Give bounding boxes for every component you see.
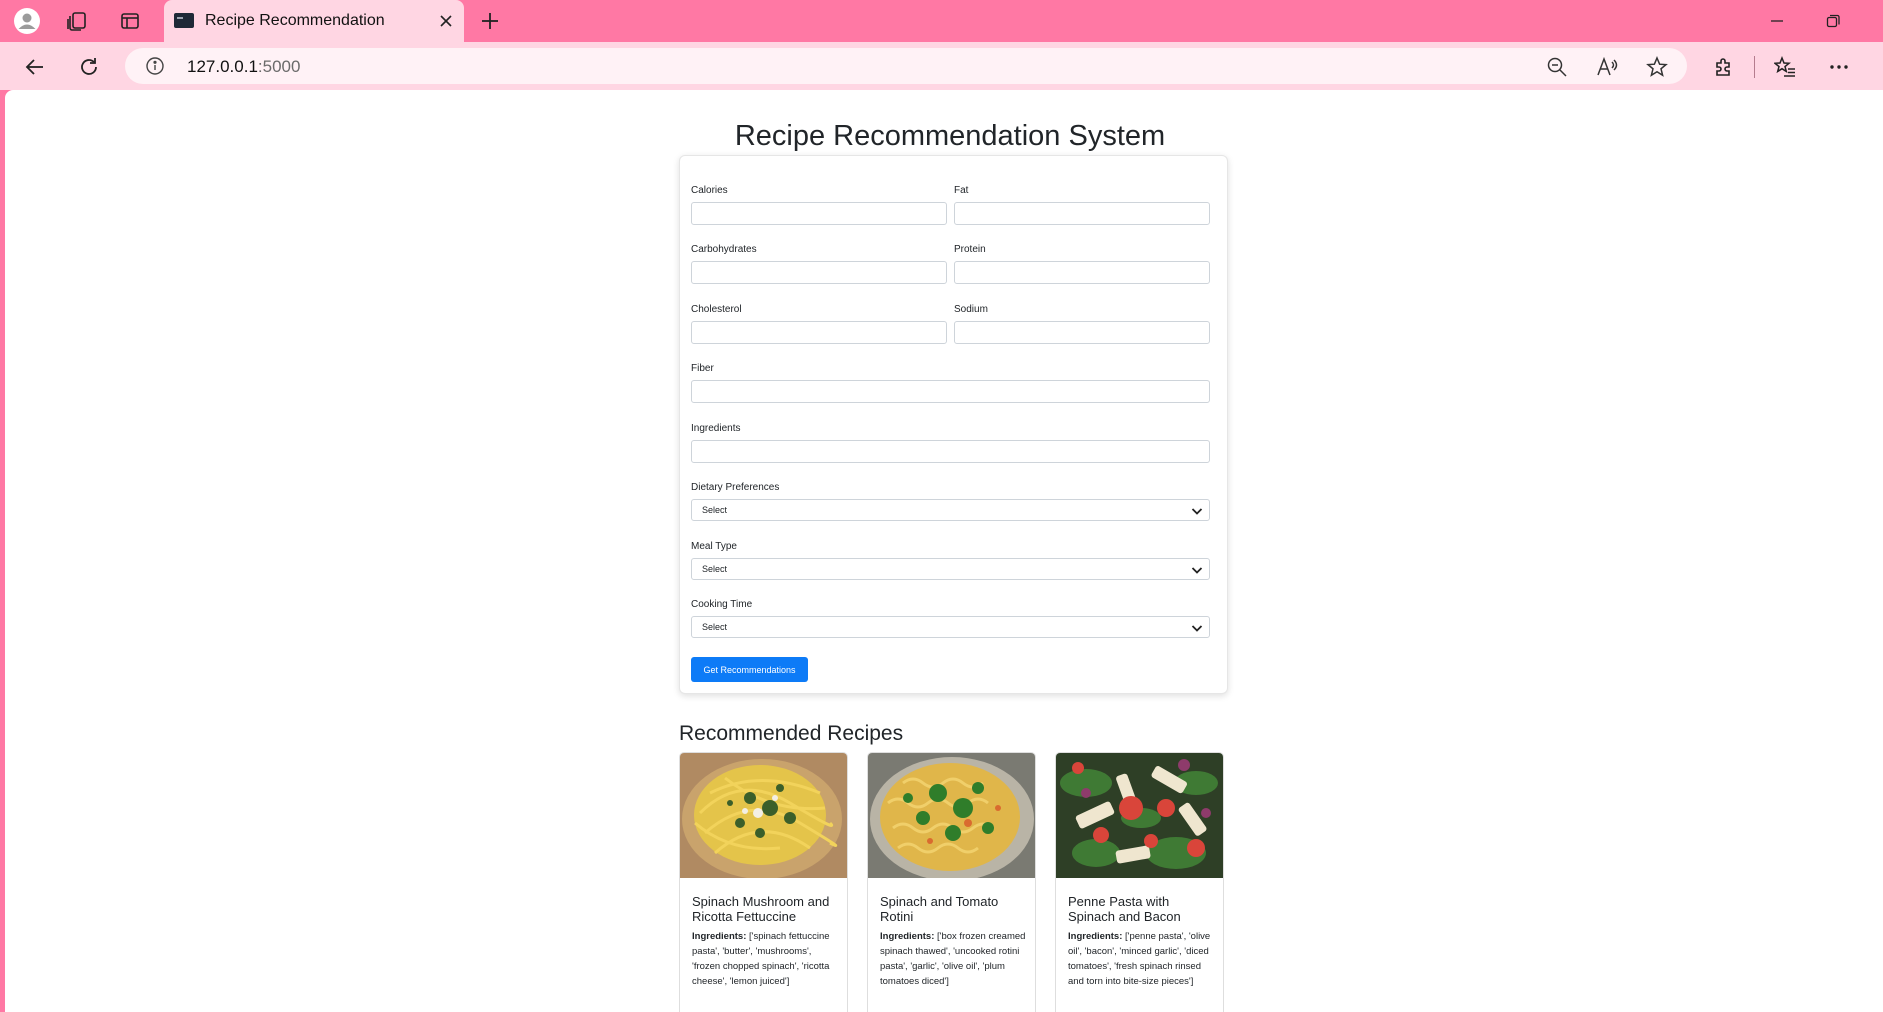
favorite-star-icon[interactable] [1644, 54, 1670, 80]
ingredients-prefix: Ingredients: [1068, 931, 1123, 942]
calories-input[interactable] [691, 202, 947, 225]
collections-icon[interactable] [63, 7, 91, 35]
recipe-title: Penne Pasta with Spinach and Bacon [1068, 894, 1181, 924]
chevron-down-icon [1191, 625, 1203, 632]
calories-label: Calories [691, 185, 728, 196]
protein-input[interactable] [954, 261, 1210, 284]
ingredients-prefix: Ingredients: [880, 931, 935, 942]
recipe-image-penne [1056, 753, 1223, 878]
address-bar: 127.0.0.1:5000 [0, 42, 1883, 90]
new-tab-plus-icon[interactable] [476, 7, 504, 35]
tab-actions-icon[interactable] [116, 7, 144, 35]
recipe-ingredients: Ingredients: ['box frozen creamed spinac… [880, 929, 1028, 989]
get-recommendations-button[interactable]: Get Recommendations [691, 657, 808, 682]
fat-label: Fat [954, 185, 969, 196]
extensions-puzzle-icon[interactable] [1707, 50, 1741, 84]
url-port: :5000 [257, 57, 301, 76]
zoom-out-icon[interactable] [1544, 54, 1570, 80]
recipe-card[interactable]: Penne Pasta with Spinach and Bacon Ingre… [1055, 752, 1224, 1012]
recipe-card[interactable]: Spinach Mushroom and Ricotta Fettuccine … [679, 752, 848, 1012]
profile-icon[interactable] [13, 7, 41, 35]
cooking-time-label: Cooking Time [691, 599, 753, 610]
recipe-ingredients: Ingredients: ['spinach fettuccine pasta'… [692, 929, 840, 989]
recipe-image-rotini [868, 753, 1035, 878]
read-aloud-icon[interactable] [1594, 54, 1620, 80]
meal-type-select[interactable]: Select [691, 558, 1210, 580]
url-text: 127.0.0.1:5000 [187, 57, 300, 77]
cooking-time-value: Select [702, 622, 728, 632]
url-host: 127.0.0.1 [187, 57, 258, 76]
cholesterol-label: Cholesterol [691, 304, 742, 315]
sodium-label: Sodium [954, 304, 988, 315]
minimize-icon[interactable] [1762, 8, 1792, 34]
active-tab[interactable]: Recipe Recommendation [164, 0, 464, 42]
ingredients-input[interactable] [691, 440, 1210, 463]
dietary-preferences-select[interactable]: Select [691, 499, 1210, 521]
page-viewport: Recipe Recommendation System Calories Fa… [5, 90, 1883, 1012]
cooking-time-select[interactable]: Select [691, 616, 1210, 638]
fiber-input[interactable] [691, 380, 1210, 403]
recipe-card[interactable]: Spinach and Tomato Rotini Ingredients: [… [867, 752, 1036, 1012]
site-info-icon[interactable] [145, 56, 165, 76]
more-options-icon[interactable] [1822, 50, 1856, 84]
recipe-title: Spinach and Tomato Rotini [880, 894, 999, 924]
sodium-input[interactable] [954, 321, 1210, 344]
tab-title: Recipe Recommendation [205, 12, 385, 29]
dietary-preferences-value: Select [702, 505, 728, 515]
ingredients-prefix: Ingredients: [692, 931, 747, 942]
recommended-recipes-heading: Recommended Recipes [679, 722, 904, 745]
url-field[interactable]: 127.0.0.1:5000 [125, 48, 1687, 84]
protein-label: Protein [954, 244, 986, 255]
back-arrow-icon[interactable] [18, 50, 52, 84]
toolbar-separator [1754, 56, 1755, 78]
fat-input[interactable] [954, 202, 1210, 225]
tab-bar: Recipe Recommendation [0, 0, 1883, 42]
recipe-form-card: Calories Fat Carbohydrates Protein Chole… [679, 155, 1228, 694]
cholesterol-input[interactable] [691, 321, 947, 344]
tab-close-icon[interactable] [434, 9, 458, 33]
carbohydrates-label: Carbohydrates [691, 244, 757, 255]
terminal-favicon-icon [174, 13, 194, 28]
restore-icon[interactable] [1818, 8, 1848, 34]
recipe-title: Spinach Mushroom and Ricotta Fettuccine [692, 894, 830, 924]
recipe-image-fettuccine [680, 753, 847, 878]
carbohydrates-input[interactable] [691, 261, 947, 284]
meal-type-value: Select [702, 564, 728, 574]
meal-type-label: Meal Type [691, 541, 737, 552]
chevron-down-icon [1191, 567, 1203, 574]
dietary-preferences-label: Dietary Preferences [691, 482, 780, 493]
chevron-down-icon [1191, 508, 1203, 515]
ingredients-label: Ingredients [691, 423, 741, 434]
refresh-icon[interactable] [72, 50, 106, 84]
page-title: Recipe Recommendation System [734, 120, 1166, 152]
recipe-ingredients: Ingredients: ['penne pasta', 'olive oil'… [1068, 929, 1216, 989]
fiber-label: Fiber [691, 363, 714, 374]
favorites-list-icon[interactable] [1768, 50, 1802, 84]
